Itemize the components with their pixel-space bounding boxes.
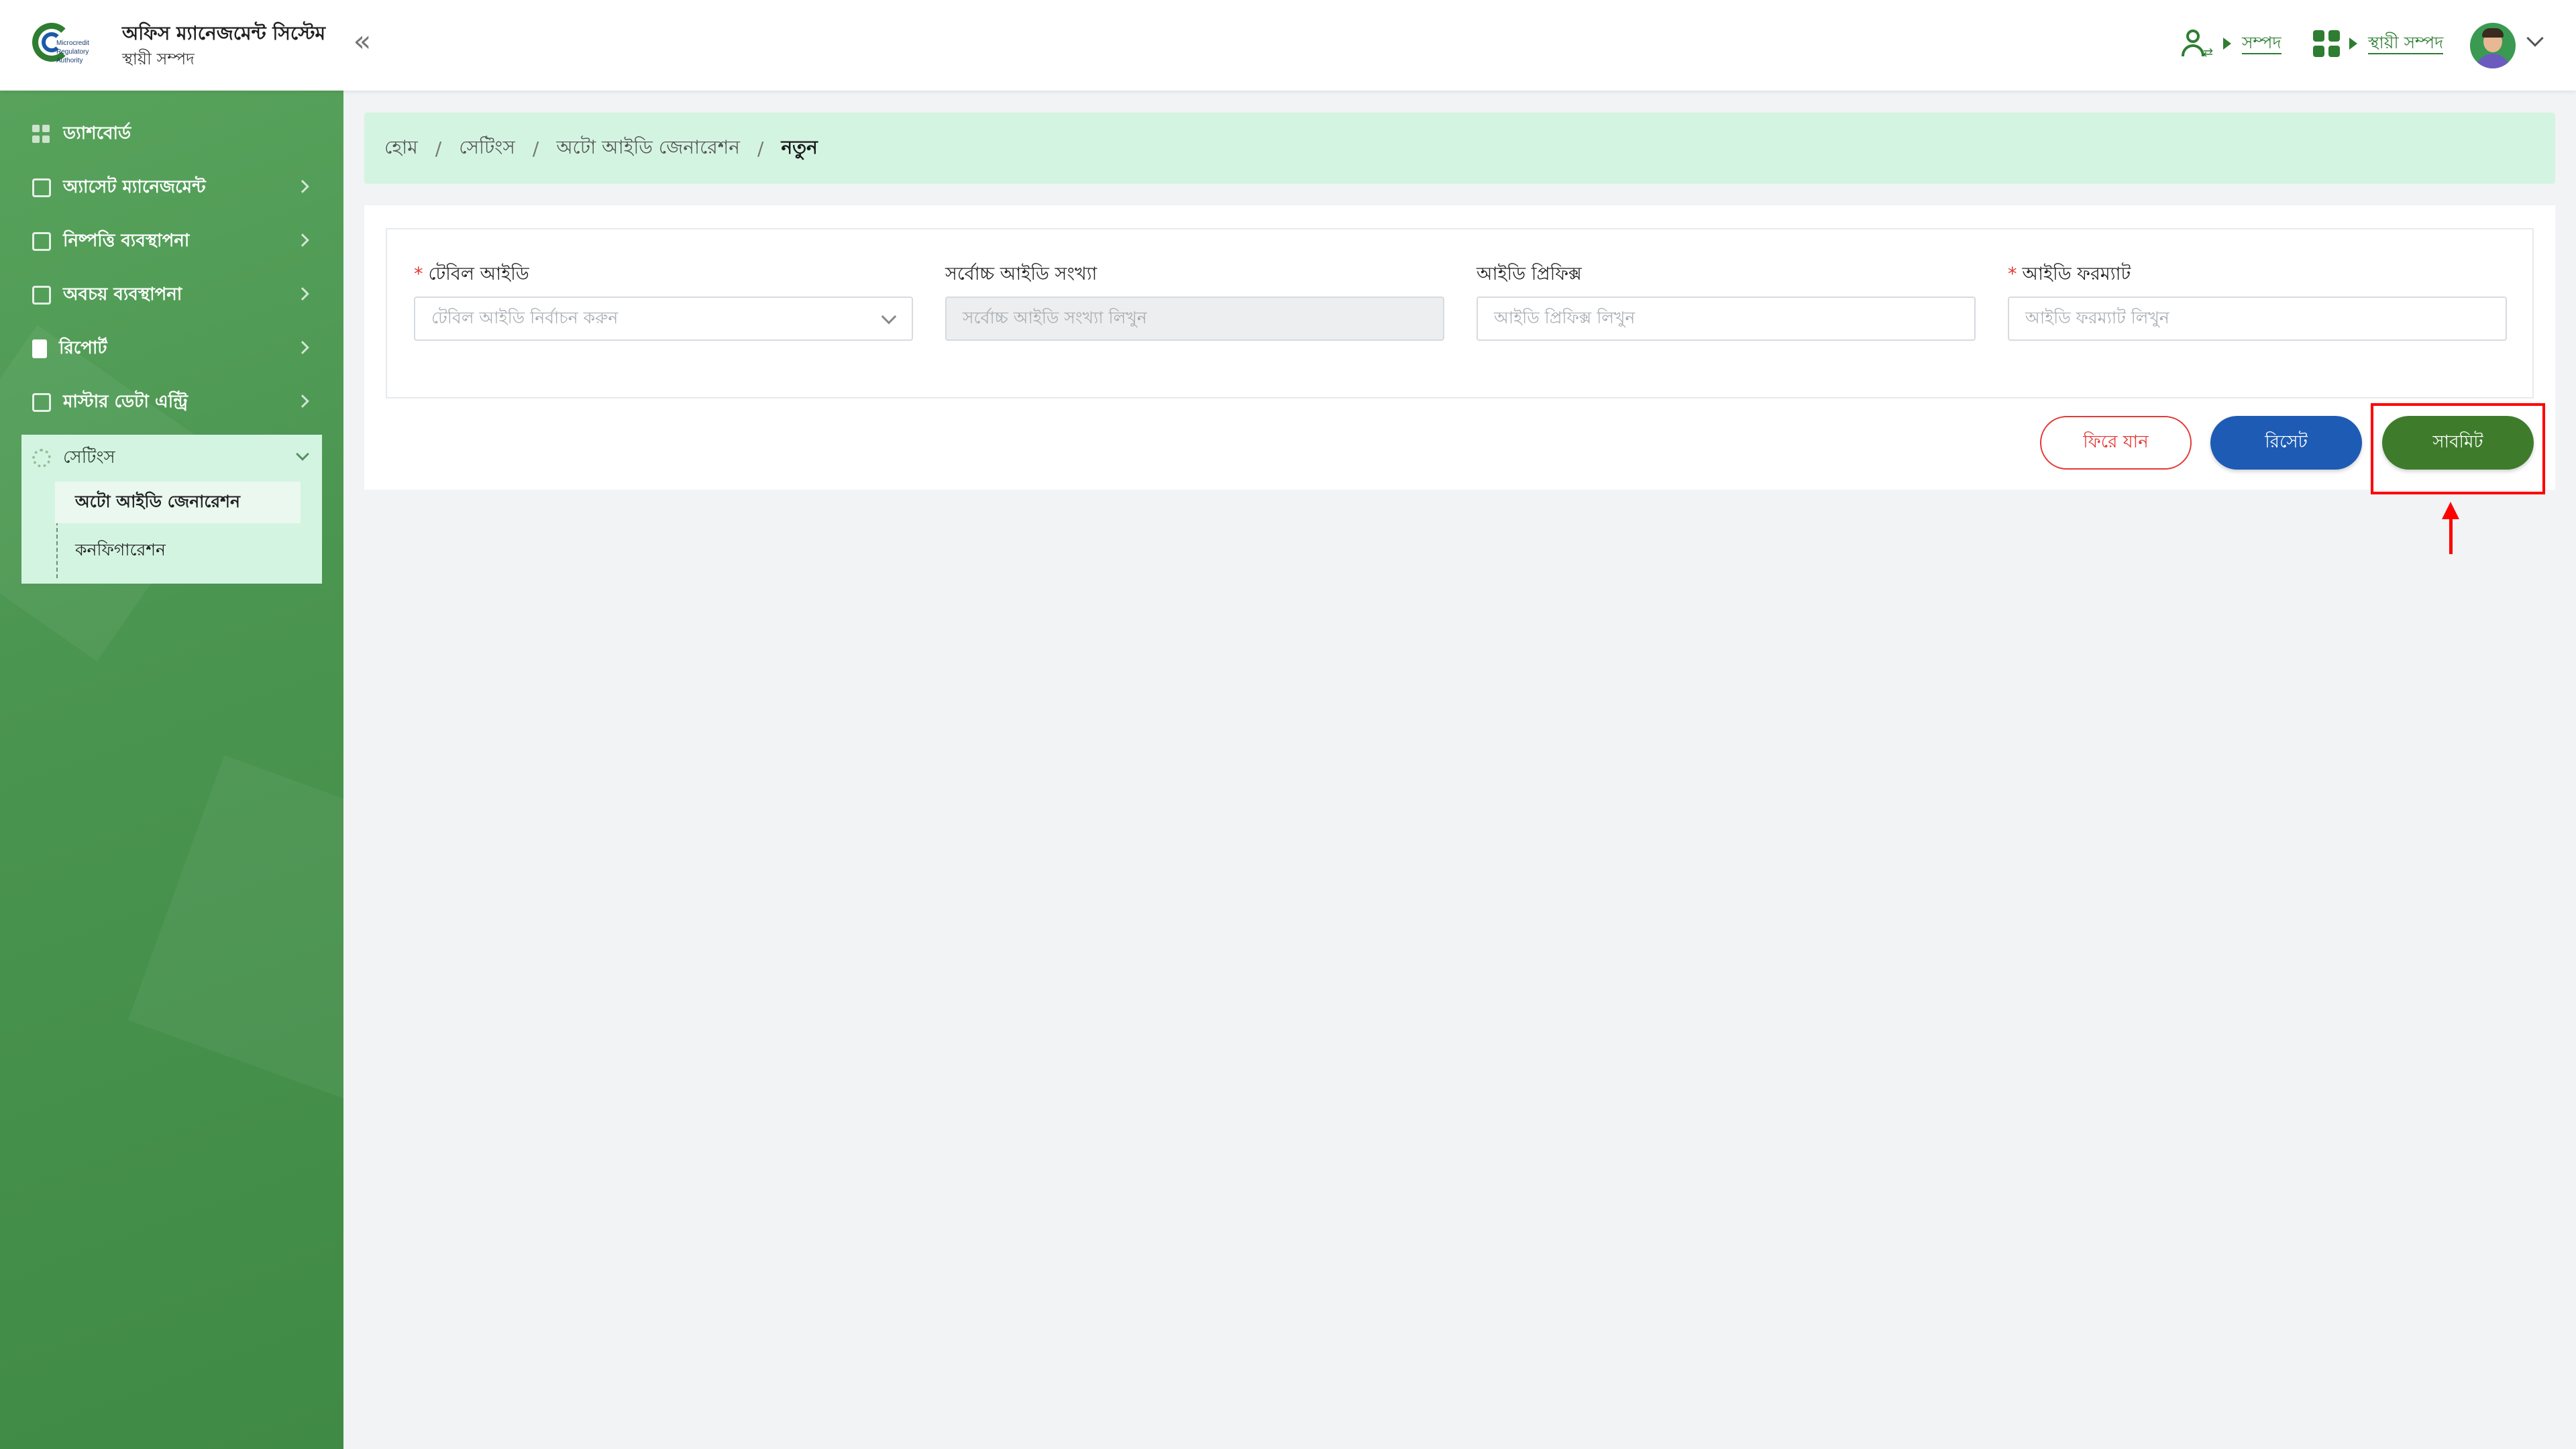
- max-id-label: সর্বোচ্চ আইডি সংখ্যা: [945, 264, 1097, 284]
- module-link-fixed-assets[interactable]: স্থায়ী সম্পদ: [2368, 33, 2444, 54]
- sidebar-item-label: অ্যাসেট ম্যানেজমেন্ট: [63, 177, 206, 197]
- sidebar-item-report[interactable]: রিপোর্ট: [21, 325, 322, 372]
- id-prefix-input[interactable]: আইডি প্রিফিক্স লিখুন: [1477, 297, 1976, 341]
- master-data-icon: [32, 393, 51, 412]
- id-prefix-label: আইডি প্রিফিক্স: [1477, 264, 1582, 284]
- breadcrumb-home[interactable]: হোম: [384, 133, 418, 164]
- sidebar-subitem-auto-id-generation[interactable]: অটো আইডি জেনারেশন: [55, 482, 301, 523]
- sidebar: ড্যাশবোর্ড অ্যাসেট ম্যানেজমেন্ট নিষ্পত্ত…: [0, 91, 343, 1449]
- back-button[interactable]: ফিরে যান: [2040, 416, 2192, 470]
- app-subtitle: স্থায়ী সম্পদ: [122, 50, 195, 68]
- sidebar-item-settings[interactable]: সেটিংস: [21, 435, 322, 482]
- logo-text: Microcredit Regulatory Authority: [56, 40, 89, 64]
- max-id-placeholder: সর্বোচ্চ আইডি সংখ্যা লিখুন: [963, 307, 1147, 327]
- chevron-right-icon: [296, 287, 309, 301]
- sidebar-item-label: মাস্টার ডেটা এন্ট্রি: [63, 392, 188, 412]
- table-id-select[interactable]: টেবিল আইডি নির্বাচন করুন: [414, 297, 913, 341]
- required-asterisk: *: [2008, 264, 2017, 284]
- form-card: * টেবিল আইডি টেবিল আইডি নির্বাচন করুন সর্…: [364, 205, 2555, 490]
- sidebar-item-label: রিপোর্ট: [59, 338, 107, 358]
- required-asterisk: *: [414, 264, 423, 284]
- table-id-label: * টেবিল আইডি: [414, 264, 529, 284]
- max-id-input[interactable]: সর্বোচ্চ আইডি সংখ্যা লিখুন: [945, 297, 1444, 341]
- sidebar-item-label: সেটিংস: [63, 447, 115, 468]
- module-link-assets[interactable]: সম্পদ: [2242, 33, 2282, 54]
- sidebar-item-depreciation[interactable]: অবচয় ব্যবস্থাপনা: [21, 272, 322, 319]
- sidebar-item-label: নিষ্পত্তি ব্যবস্থাপনা: [63, 231, 190, 251]
- sidebar-item-dashboard[interactable]: ড্যাশবোর্ড: [21, 111, 322, 158]
- chevron-right-icon: [296, 394, 309, 408]
- table-id-placeholder: টেবিল আইডি নির্বাচন করুন: [431, 307, 619, 327]
- reset-button[interactable]: রিসেট: [2210, 416, 2362, 470]
- module-switch-fixed-assets[interactable]: স্থায়ী সম্পদ: [2313, 27, 2444, 60]
- breadcrumb-separator: /: [757, 137, 764, 160]
- report-icon: [32, 339, 47, 358]
- sidebar-item-asset-management[interactable]: অ্যাসেট ম্যানেজমেন্ট: [21, 164, 322, 211]
- collapse-sidebar-icon[interactable]: «: [347, 27, 377, 58]
- id-format-input[interactable]: আইডি ফরম্যাট লিখুন: [2008, 297, 2507, 341]
- chevron-right-icon: [296, 180, 309, 193]
- asset-icon: [32, 178, 51, 197]
- id-format-placeholder: আইডি ফরম্যাট লিখুন: [2025, 307, 2169, 327]
- sidebar-subitem-configuration[interactable]: কনফিগারেশন: [55, 530, 301, 572]
- gear-icon: [32, 449, 51, 468]
- chevron-right-icon: [296, 341, 309, 354]
- sidebar-item-disposal[interactable]: নিষ্পত্তি ব্যবস্থাপনা: [21, 218, 322, 265]
- top-header: Microcredit Regulatory Authority অফিস ম্…: [0, 0, 2576, 91]
- sidebar-item-label: ড্যাশবোর্ড: [63, 123, 131, 144]
- chevron-down-icon[interactable]: [2526, 30, 2544, 47]
- chevron-right-icon: [296, 233, 309, 247]
- sidebar-group-settings: সেটিংস অটো আইডি জেনারেশন কনফিগারেশন: [21, 435, 322, 584]
- id-format-label: * আইডি ফরম্যাট: [2008, 264, 2131, 284]
- app-title: অফিস ম্যানেজমেন্ট সিস্টেম: [122, 22, 326, 44]
- sidebar-item-master-data[interactable]: মাস্টার ডেটা এন্ট্রি: [21, 379, 322, 426]
- module-switch-assets[interactable]: ⇄ সম্পদ: [2180, 27, 2282, 60]
- dashboard-icon: [32, 125, 51, 144]
- caret-right-icon: [2349, 38, 2357, 50]
- breadcrumb-separator: /: [532, 137, 539, 160]
- breadcrumb: হোম / সেটিংস / অটো আইডি জেনারেশন / নতুন: [364, 113, 2555, 184]
- breadcrumb-settings[interactable]: সেটিংস: [459, 133, 515, 164]
- chevron-down-icon: [881, 309, 897, 325]
- apps-grid-icon: [2313, 30, 2340, 57]
- caret-right-icon: [2223, 38, 2231, 50]
- chevron-down-icon: [296, 447, 309, 461]
- sidebar-item-label: অবচয় ব্যবস্থাপনা: [63, 284, 182, 305]
- breadcrumb-current: নতুন: [781, 136, 818, 158]
- user-switch-icon: ⇄: [2180, 27, 2214, 60]
- form-fields-panel: * টেবিল আইডি টেবিল আইডি নির্বাচন করুন সর্…: [386, 228, 2534, 398]
- mra-logo[interactable]: Microcredit Regulatory Authority: [30, 19, 97, 72]
- breadcrumb-separator: /: [435, 137, 442, 160]
- breadcrumb-auto-id-generation[interactable]: অটো আইডি জেনারেশন: [556, 133, 740, 164]
- sidebar-decoration: [127, 755, 343, 1117]
- annotation-highlight-box: [2371, 403, 2545, 494]
- annotation-arrow-shaft: [2449, 517, 2453, 554]
- user-avatar[interactable]: [2470, 23, 2516, 68]
- disposal-icon: [32, 232, 51, 251]
- depreciation-icon: [32, 286, 51, 305]
- id-prefix-placeholder: আইডি প্রিফিক্স লিখুন: [1494, 307, 1635, 327]
